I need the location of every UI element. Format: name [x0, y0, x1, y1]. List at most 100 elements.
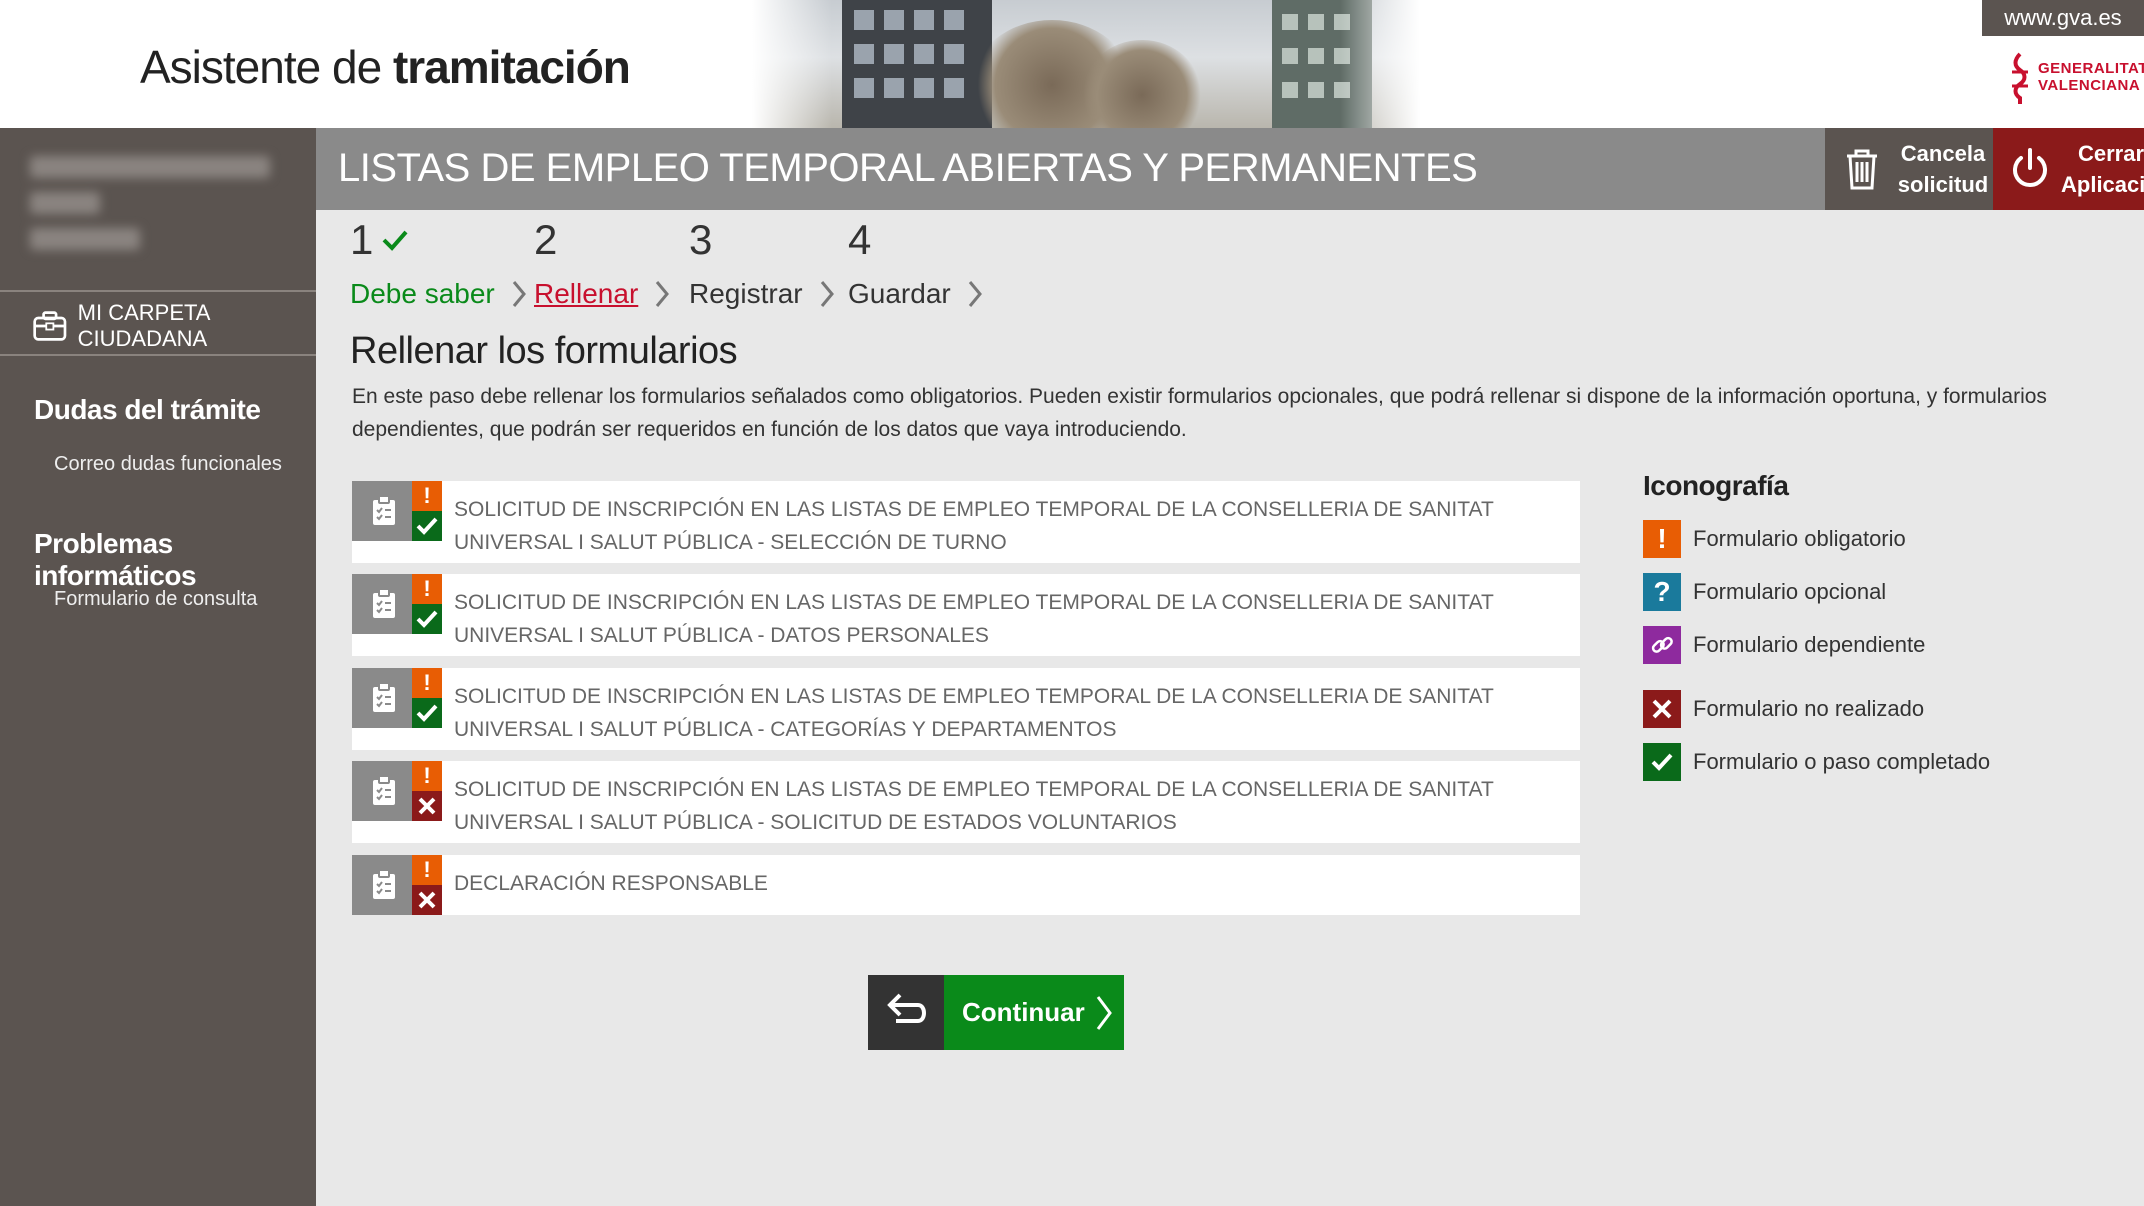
procedure-titlebar: LISTAS DE EMPLEO TEMPORAL ABIERTAS Y PER…: [316, 128, 1826, 210]
step-2-label: Rellenar: [534, 278, 639, 309]
form-title: DECLARACIÓN RESPONSABLE: [454, 872, 768, 895]
legend-item-obligatorio: ! Formulario obligatorio: [1643, 520, 1906, 558]
sidebar-heading-problemas: Problemas informáticos: [34, 528, 197, 591]
continue-label: Continuar: [962, 997, 1085, 1027]
app-title: Asistente de tramitación: [140, 40, 631, 94]
form-title: SOLICITUD DE INSCRIPCIÓN EN LAS LISTAS D…: [454, 498, 1494, 554]
sidebar-divider: [0, 290, 316, 292]
generalitat-logo-mark-icon: [2012, 52, 2028, 104]
user-info-blurred: [30, 156, 280, 266]
legend-label: Formulario obligatorio: [1693, 526, 1906, 551]
cross-icon: [412, 885, 442, 915]
legend-title: Iconografía: [1643, 470, 1789, 501]
app-title-prefix: Asistente de: [140, 41, 382, 93]
form-title: SOLICITUD DE INSCRIPCIÓN EN LAS LISTAS D…: [454, 778, 1494, 834]
check-icon: [382, 230, 408, 251]
close-label-line1: Cerrar: [2077, 141, 2144, 166]
trash-icon: [1847, 149, 1877, 190]
exclamation-icon: !: [412, 574, 442, 604]
chevron-right-icon: [968, 281, 982, 307]
gva-site-link[interactable]: www.gva.es: [1982, 0, 2144, 36]
generalitat-logo[interactable]: GENERALITAT VALENCIANA: [2008, 52, 2144, 108]
cross-icon: [1643, 690, 1681, 728]
step-1-label: Debe saber: [350, 278, 495, 309]
legend-item-dependiente: Formulario dependiente: [1643, 626, 1925, 664]
power-icon: [2013, 148, 2047, 187]
correo-dudas-link[interactable]: Correo dudas funcionales: [54, 453, 282, 476]
form-icon-block: !: [352, 761, 442, 821]
section-title: Rellenar los formularios: [350, 330, 738, 372]
step-1-number: 1: [350, 216, 374, 263]
legend-label: Formulario no realizado: [1693, 696, 1925, 721]
continue-button[interactable]: Continuar: [944, 975, 1124, 1050]
legend-item-completado: Formulario o paso completado: [1643, 743, 1990, 781]
link-icon: [1643, 626, 1681, 664]
chevron-right-icon: [656, 281, 670, 307]
form-item-categorias-departamentos[interactable]: ! SOLICITUD DE INSCRIPCIÓN EN LAS LISTAS…: [352, 668, 1580, 750]
check-icon: [412, 698, 442, 728]
chevron-right-icon: [1096, 996, 1112, 1030]
exclamation-icon: !: [412, 761, 442, 791]
step-4-number: 4: [848, 216, 872, 263]
legend-label: Formulario dependiente: [1693, 632, 1926, 657]
exclamation-icon: !: [412, 481, 442, 511]
clipboard-icon: [373, 775, 395, 805]
mi-carpeta-ciudadana-link[interactable]: MI CARPETA CIUDADANA: [32, 300, 316, 351]
app-title-bold: tramitación: [392, 41, 631, 93]
step-4-label: Guardar: [848, 278, 951, 309]
sidebar-heading-dudas: Dudas del trámite: [34, 394, 261, 425]
generalitat-logo-text: GENERALITAT VALENCIANA: [2038, 60, 2144, 94]
form-title: SOLICITUD DE INSCRIPCIÓN EN LAS LISTAS D…: [454, 685, 1494, 741]
step-2-number: 2: [534, 216, 558, 263]
question-icon: ?: [1643, 573, 1681, 611]
form-icon-block: !: [352, 574, 442, 634]
form-title: SOLICITUD DE INSCRIPCIÓN EN LAS LISTAS D…: [454, 591, 1494, 647]
exclamation-icon: !: [412, 855, 442, 885]
form-icon-block: !: [352, 855, 442, 915]
procedure-title: LISTAS DE EMPLEO TEMPORAL ABIERTAS Y PER…: [338, 146, 1478, 190]
clipboard-icon: [373, 588, 395, 618]
mi-carpeta-ciudadana-label: MI CARPETA CIUDADANA: [77, 300, 210, 351]
page-header: Asistente de tramitación www.gva.es GENE…: [0, 0, 2144, 128]
cancel-label-line1: Cancela: [1900, 141, 1986, 166]
sidebar-divider: [0, 354, 316, 356]
step-1[interactable]: 1 Debe saber: [350, 216, 526, 309]
legend-item-opcional: ? Formulario opcional: [1643, 573, 1886, 611]
close-application-button[interactable]: Cerrar Aplicación: [1993, 128, 2144, 210]
exclamation-icon: !: [1643, 520, 1681, 558]
form-item-declaracion-responsable[interactable]: ! DECLARACIÓN RESPONSABLE: [352, 855, 1580, 915]
clipboard-icon: [373, 495, 395, 525]
header-banner-image: [752, 0, 1420, 128]
chevron-right-icon: [512, 281, 526, 307]
legend-label: Formulario o paso completado: [1693, 749, 1991, 774]
check-icon: [1643, 743, 1681, 781]
legend-label: Formulario opcional: [1693, 579, 1887, 604]
cancel-request-button[interactable]: Cancela solicitud: [1825, 128, 1993, 210]
close-label-line2: Aplicación: [2061, 172, 2144, 197]
legend-item-no-realizado: Formulario no realizado: [1643, 690, 1924, 728]
back-button[interactable]: [868, 975, 944, 1050]
section-description: En este paso debe rellenar los formulari…: [352, 385, 2047, 441]
form-item-datos-personales[interactable]: ! SOLICITUD DE INSCRIPCIÓN EN LAS LISTAS…: [352, 574, 1580, 656]
step-3[interactable]: 3 Registrar: [689, 216, 834, 309]
exclamation-icon: !: [412, 668, 442, 698]
sidebar: MI CARPETA CIUDADANA Dudas del trámite C…: [0, 128, 316, 1206]
step-4[interactable]: 4 Guardar: [848, 216, 982, 309]
clipboard-icon: [373, 682, 395, 712]
form-item-estados-voluntarios[interactable]: ! SOLICITUD DE INSCRIPCIÓN EN LAS LISTAS…: [352, 761, 1580, 843]
cross-icon: [412, 791, 442, 821]
form-icon-block: !: [352, 668, 442, 728]
briefcase-icon: [33, 311, 67, 341]
undo-arrow-icon: [887, 993, 926, 1023]
chevron-right-icon: [820, 281, 834, 307]
cancel-label-line2: solicitud: [1897, 172, 1989, 197]
step-3-number: 3: [689, 216, 713, 263]
step-2[interactable]: 2 Rellenar: [534, 216, 670, 309]
formulario-consulta-link[interactable]: Formulario de consulta: [54, 588, 257, 611]
step-3-label: Registrar: [689, 278, 803, 309]
form-icon-block: !: [352, 481, 442, 541]
check-icon: [412, 604, 442, 634]
clipboard-icon: [373, 869, 395, 899]
check-icon: [412, 511, 442, 541]
form-item-seleccion-turno[interactable]: ! SOLICITUD DE INSCRIPCIÓN EN LAS LISTAS…: [352, 481, 1580, 563]
